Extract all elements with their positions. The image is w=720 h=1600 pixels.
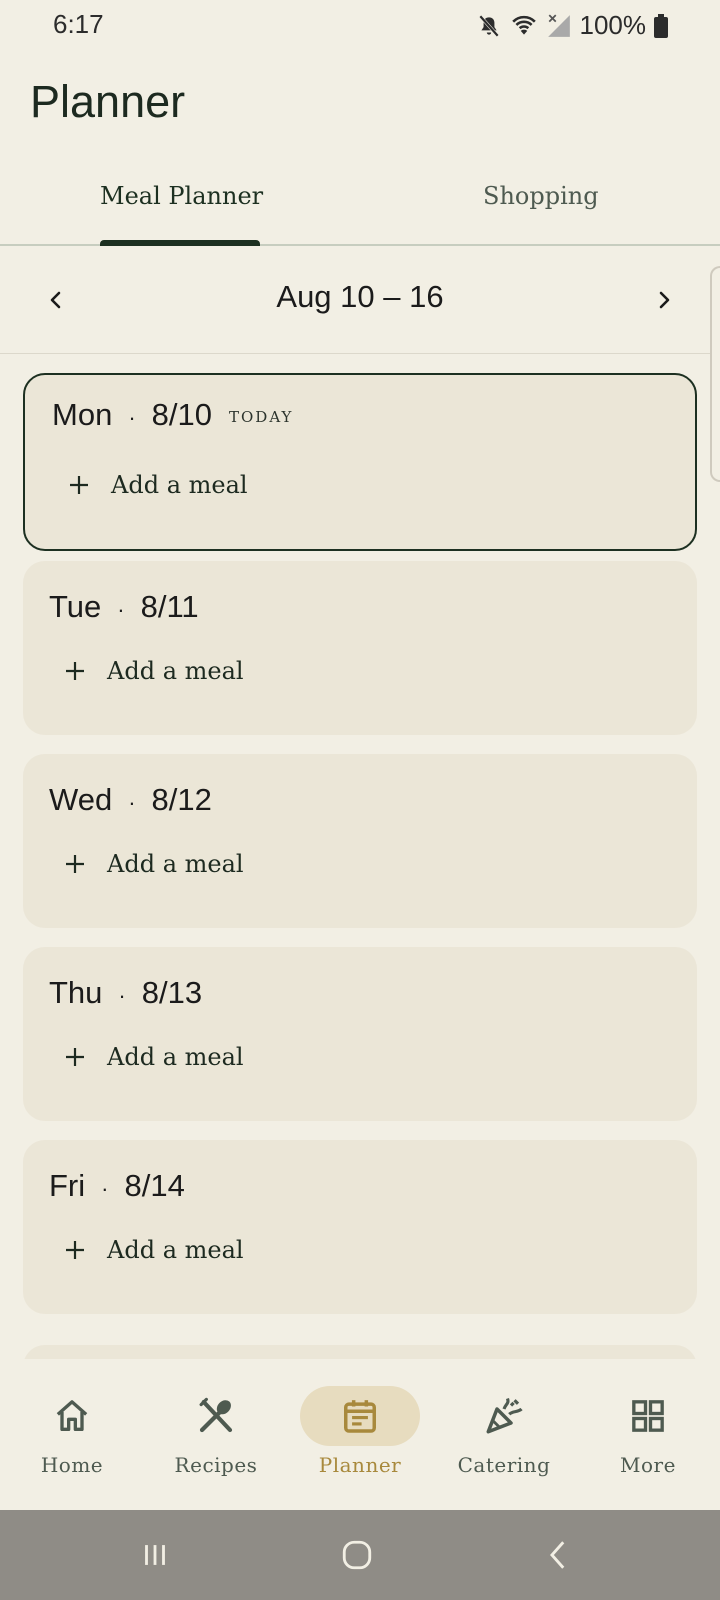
plus-icon (66, 855, 84, 873)
day-list: Mon · 8/10 TODAY Add a meal Tue · 8/11 A… (23, 373, 697, 1359)
nav-icon-container (156, 1386, 276, 1446)
status-icons: 100% (476, 10, 668, 41)
add-meal-button[interactable]: Add a meal (63, 1043, 244, 1071)
day-name: Tue (49, 589, 102, 624)
today-badge: TODAY (228, 408, 294, 426)
day-heading: Wed · 8/12 (49, 782, 212, 818)
nav-icon-container (588, 1386, 708, 1446)
day-card-thu: Thu · 8/13 Add a meal (23, 947, 697, 1121)
add-meal-button[interactable]: Add a meal (63, 1236, 244, 1264)
home-button[interactable] (332, 1530, 382, 1580)
bottom-navigation: Home Recipes Planner Catering More (0, 1360, 720, 1510)
back-icon (550, 1541, 565, 1569)
day-heading: Tue · 8/11 (49, 589, 199, 625)
nav-label: Planner (318, 1453, 402, 1477)
day-separator: · (101, 1176, 109, 1201)
day-date: 8/13 (141, 975, 203, 1010)
system-navigation-bar (0, 1510, 720, 1600)
day-heading: Thu · 8/13 (49, 975, 202, 1011)
next-week-button[interactable] (644, 280, 684, 320)
home-circle-icon (342, 1540, 372, 1570)
nav-icon-container (300, 1386, 420, 1446)
day-card-fri: Fri · 8/14 Add a meal (23, 1140, 697, 1314)
plus-icon (66, 662, 84, 680)
day-name: Mon (52, 397, 113, 432)
chevron-right-icon (659, 291, 670, 309)
plus-icon (66, 1048, 84, 1066)
day-date: 8/14 (124, 1168, 185, 1203)
nav-label: Recipes (174, 1453, 258, 1477)
nav-home[interactable]: Home (0, 1360, 144, 1510)
recent-apps-icon (145, 1545, 165, 1565)
day-date: 8/12 (151, 782, 212, 817)
day-separator: · (117, 597, 125, 622)
day-name: Thu (49, 975, 103, 1010)
add-meal-label: Add a meal (107, 1043, 244, 1071)
day-separator: · (128, 790, 136, 815)
recent-apps-button[interactable] (130, 1530, 180, 1580)
grid-icon (632, 1400, 664, 1432)
utensils-icon (199, 1397, 233, 1433)
nav-catering[interactable]: Catering (432, 1360, 576, 1510)
week-navigator: Aug 10 – 16 (0, 246, 720, 354)
day-card-tue: Tue · 8/11 Add a meal (23, 561, 697, 735)
day-date: 8/11 (140, 589, 199, 624)
day-card-wed: Wed · 8/12 Add a meal (23, 754, 697, 928)
status-bar: 6:17 100% (0, 0, 720, 50)
home-icon (56, 1400, 88, 1431)
party-popper-icon (486, 1398, 523, 1434)
nav-recipes[interactable]: Recipes (144, 1360, 288, 1510)
tab-shopping[interactable]: Shopping (483, 182, 599, 210)
add-meal-label: Add a meal (107, 1236, 244, 1264)
tab-meal-planner[interactable]: Meal Planner (100, 182, 263, 210)
day-name: Wed (49, 782, 113, 817)
battery-icon (654, 13, 668, 38)
plus-icon (66, 1241, 84, 1259)
day-card-mon: Mon · 8/10 TODAY Add a meal (23, 373, 697, 551)
battery-percent: 100% (579, 10, 647, 40)
week-range-label: Aug 10 – 16 (276, 279, 444, 314)
nav-label: Catering (457, 1453, 551, 1477)
add-meal-button[interactable]: Add a meal (63, 850, 244, 878)
add-meal-button[interactable]: Add a meal (63, 657, 244, 685)
nav-icon-container (12, 1386, 132, 1446)
nav-planner[interactable]: Planner (288, 1360, 432, 1510)
day-card-peek (23, 1345, 697, 1359)
day-separator: · (118, 983, 126, 1008)
day-heading: Mon · 8/10 TODAY (52, 397, 293, 433)
add-meal-label: Add a meal (107, 850, 244, 878)
status-time: 6:17 (53, 9, 104, 39)
nav-label: More (620, 1453, 676, 1477)
back-button[interactable] (534, 1530, 584, 1580)
nav-icon-container (444, 1386, 564, 1446)
planner-tabs: Meal Planner Shopping (0, 160, 720, 246)
add-meal-label: Add a meal (107, 657, 244, 685)
add-meal-button[interactable]: Add a meal (67, 471, 248, 499)
day-name: Fri (49, 1168, 86, 1203)
mute-icon (478, 14, 499, 37)
plus-icon (70, 476, 88, 494)
day-date: 8/10 (151, 397, 212, 432)
nav-more[interactable]: More (576, 1360, 720, 1510)
day-heading: Fri · 8/14 (49, 1168, 185, 1204)
day-separator: · (128, 405, 136, 430)
signal-icon (547, 14, 570, 37)
calendar-icon (344, 1400, 376, 1433)
nav-label: Home (40, 1453, 104, 1477)
wifi-icon (511, 15, 536, 35)
scroll-indicator[interactable] (710, 266, 720, 482)
add-meal-label: Add a meal (111, 471, 248, 499)
page-title: Planner (30, 76, 186, 127)
